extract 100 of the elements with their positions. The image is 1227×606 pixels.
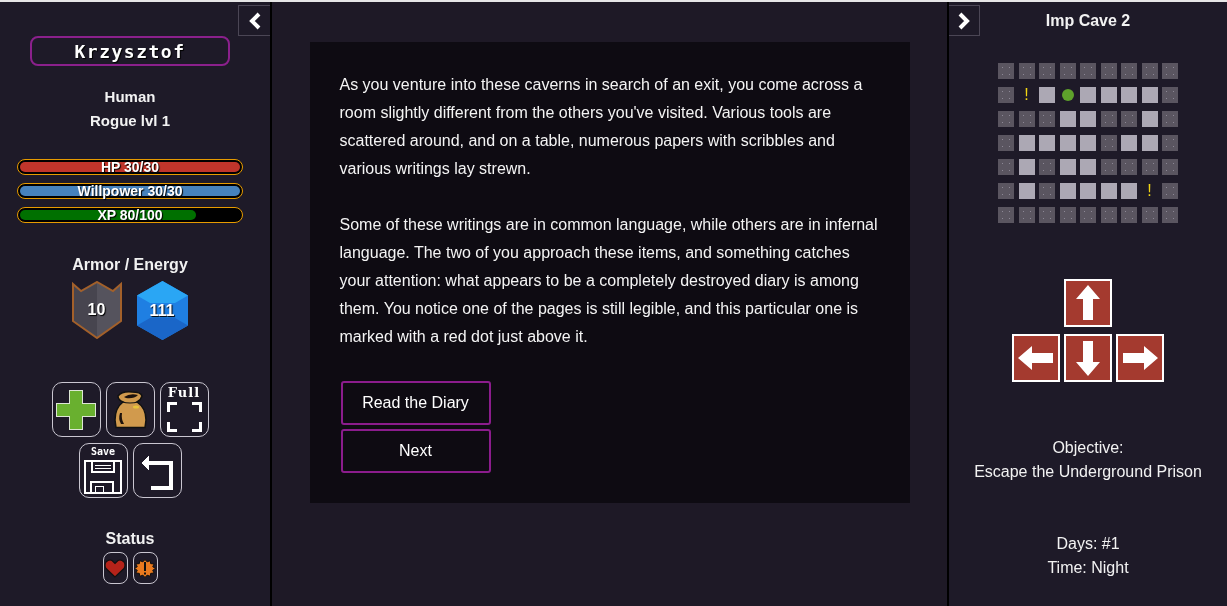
floor-tile [1080,111,1096,127]
days-counter: Days: #1 [1056,534,1120,554]
move-right-button[interactable] [1116,334,1164,382]
wall-tile [1018,207,1035,223]
objective-label: Objective: [1052,438,1124,458]
wall-tile [998,207,1014,223]
wall-tile [1059,207,1076,223]
wall-tile [1162,159,1178,175]
wall-tile [998,87,1014,103]
choice-button[interactable]: Read the Diary [340,381,491,425]
status-heading: Status [105,529,155,549]
floor-tile [1141,87,1158,103]
status-effect-button[interactable] [132,552,158,584]
sack-icon [112,390,148,429]
wall-tile [1100,135,1117,151]
story-paragraph: As you venture into these caverns in search of an exit, you come across a room slightly different from the others you've visited. Various tools are scattered around, and on a table, numerous papers with scribbles and various writings lay strewn. [339,75,864,179]
wall-tile [998,159,1014,175]
wall-tile [1039,207,1055,223]
armor-value: 10 [87,300,106,320]
chevron-left-icon [248,11,261,30]
wall-tile [1018,111,1035,127]
exclamation-burst-icon [134,558,156,578]
wall-tile [1018,63,1035,79]
story-paragraph: Some of these writings are in common language, while others are in infernal language. The two of you approach these items, and something catches your attention: what appears to be a completely destroyed diary is among them. You notice one of the pages is still legible, and this particular one is marked with a red dot just above it. [339,215,879,347]
expand-button[interactable] [949,5,980,36]
heart-icon [104,558,126,578]
shield-icon [71,281,122,339]
wall-tile [1080,207,1096,223]
defense-heading: Armor / Energy [72,255,188,275]
wall-tile [1162,111,1178,127]
arrow-down-icon [1076,340,1100,376]
wall-tile [1141,159,1158,175]
wall-tile [1162,135,1178,151]
arrow-up-icon [1076,285,1100,321]
floor-tile [1080,159,1096,175]
fullscreen-corners-icon [166,402,202,432]
floor-tile [1121,87,1137,103]
floor-tile [1080,183,1096,199]
wall-tile [1121,159,1137,175]
save-button[interactable]: Save [78,443,128,498]
wall-tile [1100,63,1117,79]
floor-tile [1100,87,1117,103]
wall-tile [1121,111,1137,127]
inventory-button[interactable] [105,382,155,437]
floor-tile [1121,183,1137,199]
move-up-button[interactable] [1064,279,1112,327]
wall-tile [998,135,1014,151]
arrow-left-icon [1018,346,1054,370]
floor-tile [1141,111,1158,127]
bar-label: Willpower 30/30 [77,183,183,199]
wall-tile [1141,63,1158,79]
collapse-button[interactable] [238,5,270,36]
wall-tile [1141,207,1158,223]
wall-tile [1039,111,1055,127]
choice-button[interactable]: Next [340,429,491,473]
status-effect-button[interactable] [102,552,128,584]
wall-tile [1121,63,1137,79]
floor-tile [1059,183,1076,199]
floor-tile [1141,135,1158,151]
character-class: Rogue lvl 1 [90,111,170,131]
move-left-button[interactable] [1012,334,1060,382]
back-button[interactable] [132,443,182,498]
event-marker: ! [1024,87,1029,103]
wall-tile [1121,207,1137,223]
hexagon-gem-icon [136,281,188,340]
wall-tile [998,63,1014,79]
wall-tile [1162,183,1178,199]
character-name: Krzysztof [30,36,230,66]
plus-icon [56,389,96,430]
floor-tile [1080,135,1096,151]
floor-tile [1100,183,1117,199]
bar-label: HP 30/30 [100,159,160,175]
energy-value: 111 [149,300,175,321]
floor-tile [1018,183,1035,199]
arrow-right-icon [1122,346,1158,370]
wall-tile [998,183,1014,199]
wall-tile [1100,207,1117,223]
wall-tile [1039,63,1055,79]
wall-tile [1080,63,1096,79]
wall-tile [1100,159,1117,175]
floor-tile [1059,135,1076,151]
floor-tile [1059,111,1076,127]
player-marker-icon [1061,89,1074,101]
wall-tile [1059,63,1076,79]
event-marker: ! [1147,183,1152,199]
chevron-right-icon [958,11,970,30]
bar-label: XP 80/100 [97,207,163,223]
wall-tile [1162,87,1178,103]
move-down-button[interactable] [1064,334,1112,382]
floor-tile [1121,135,1137,151]
wall-tile [1162,207,1178,223]
floor-tile [1018,159,1035,175]
time-of-day: Time: Night [1047,556,1129,580]
heal-button[interactable] [51,382,101,437]
wall-tile [1100,111,1117,127]
objective-text: Escape the Underground Prison [974,462,1202,482]
location-title: Imp Cave 2 [1045,10,1131,31]
floor-tile [1018,135,1035,151]
fullscreen-button[interactable]: Full [159,382,209,437]
floor-tile [1080,87,1096,103]
